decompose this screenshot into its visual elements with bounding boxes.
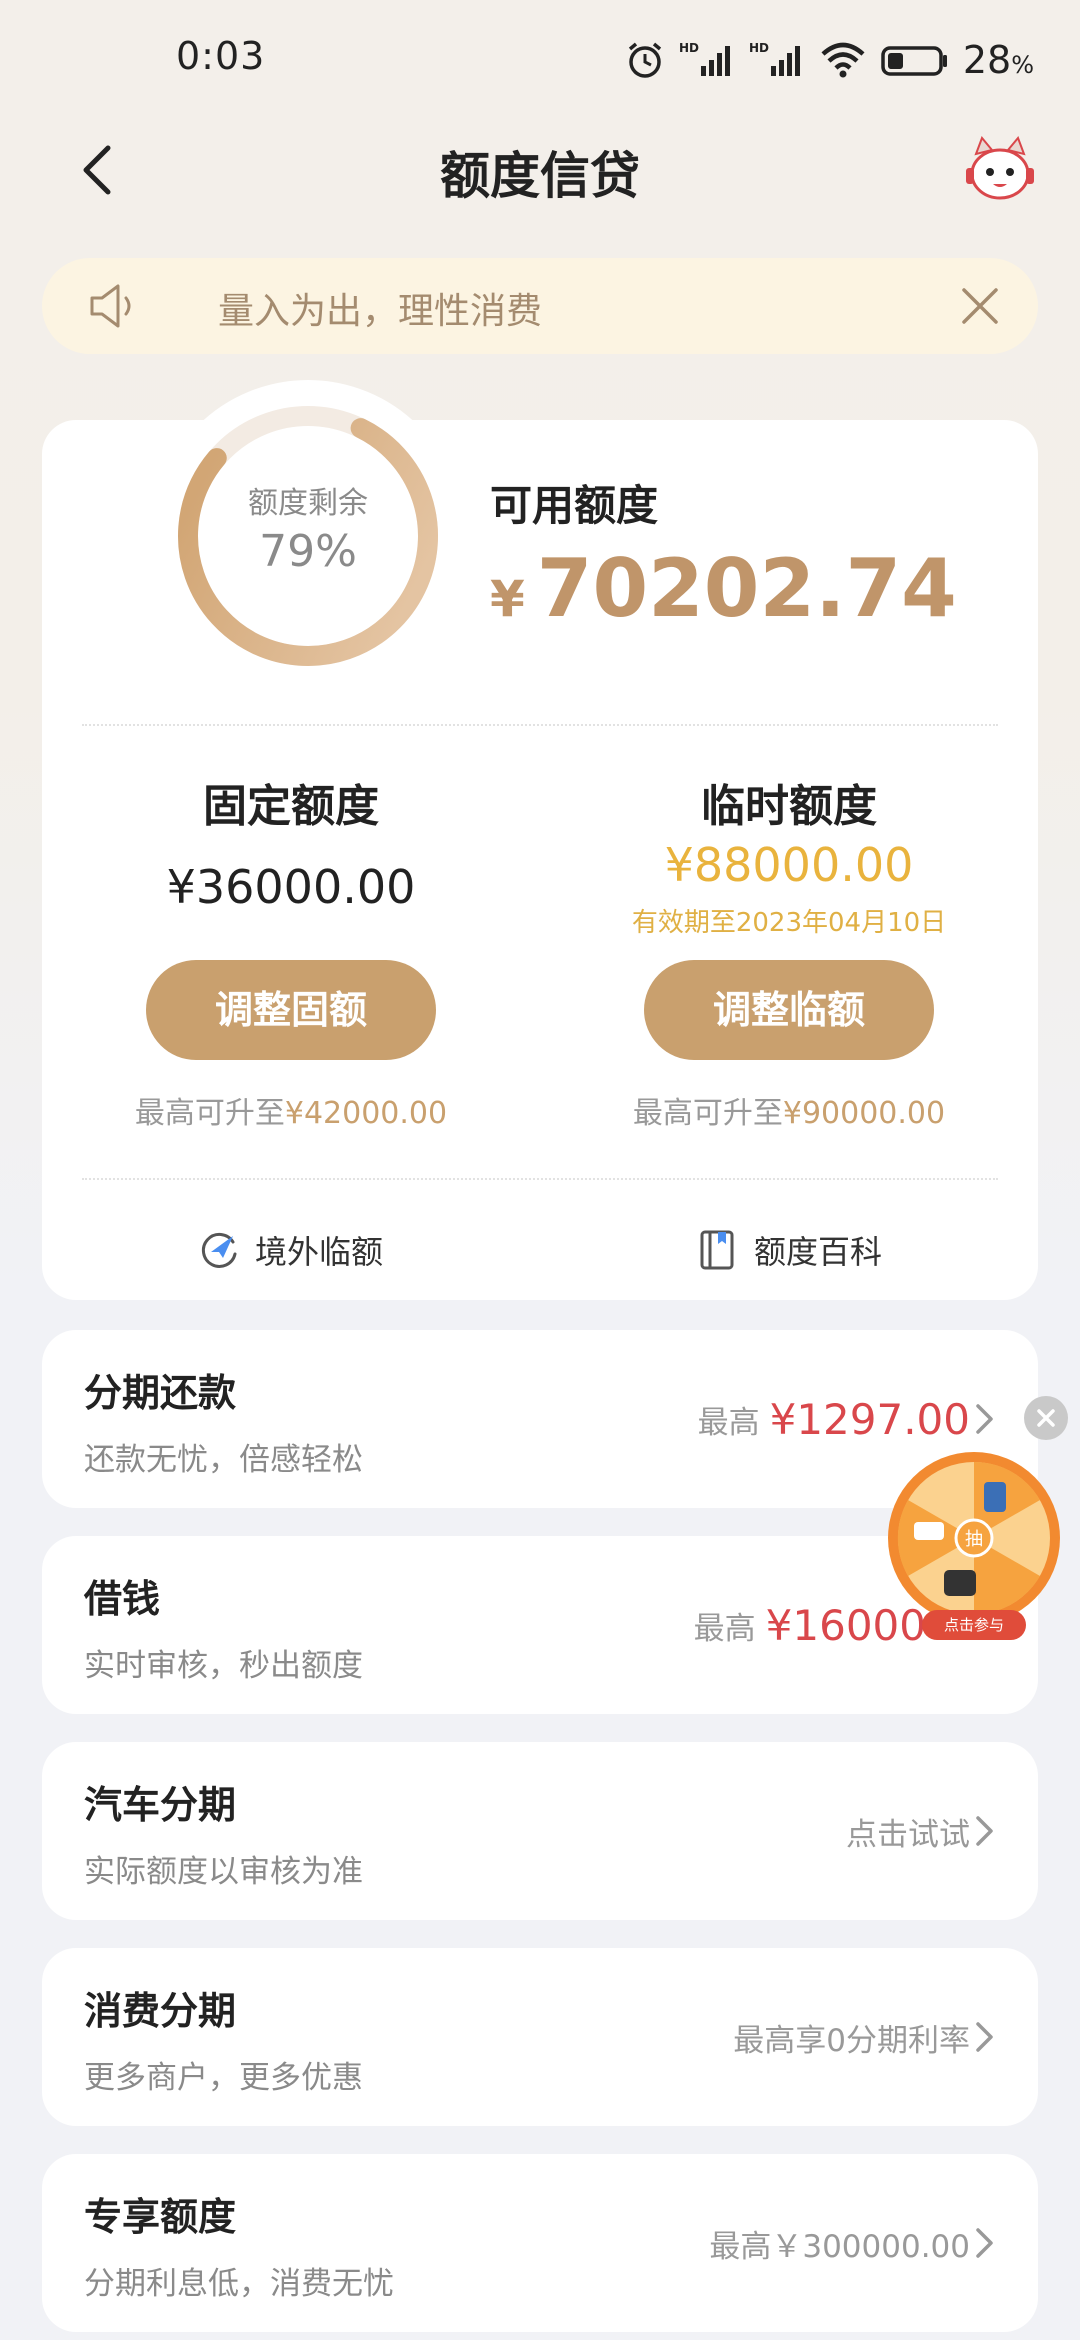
temporary-valid-date: 有效期至2023年04月10日 <box>631 908 947 938</box>
list-item-subtitle: 更多商户，更多优惠 <box>84 2060 363 2096</box>
available-label: 可用额度 <box>490 481 659 530</box>
battery-level: 28% <box>962 38 1034 82</box>
adjust-fixed-button[interactable]: 调整固额 <box>146 960 436 1060</box>
chevron-right-icon <box>976 2228 993 2258</box>
list-item-title: 分期还款 <box>84 1371 237 1415</box>
list-item-title: 借钱 <box>84 1577 161 1621</box>
list-item-exclusive-limit[interactable]: 专享额度 分期利息低，消费无忧 最高￥300000.00 <box>42 2154 1038 2332</box>
book-icon <box>700 1230 734 1270</box>
notice-text: 量入为出，理性消费 <box>218 291 543 332</box>
list-item-car-installment[interactable]: 汽车分期 实际额度以审核为准 点击试试 <box>42 1742 1038 1920</box>
close-icon <box>1037 1409 1055 1427</box>
list-item-subtitle: 实时审核，秒出额度 <box>84 1648 363 1684</box>
svg-text:HD: HD <box>749 41 769 55</box>
battery-icon <box>881 46 947 76</box>
header: 额度信贷 <box>0 120 1080 220</box>
available-amount-value: 70202.74 <box>536 542 957 635</box>
list-item-subtitle: 实际额度以审核为准 <box>84 1854 363 1890</box>
svg-text:HD: HD <box>679 41 699 55</box>
chevron-right-icon <box>976 2022 993 2052</box>
wifi-icon <box>821 42 865 78</box>
speaker-icon <box>90 284 131 328</box>
status-time: 0:03 <box>176 34 266 78</box>
close-icon[interactable] <box>958 284 1002 328</box>
available-amount: ¥70202.74 <box>490 542 957 635</box>
customer-service-icon[interactable] <box>960 130 1040 210</box>
fixed-limit-amount: ¥36000.00 <box>166 860 416 914</box>
overseas-limit-label: 境外临额 <box>255 1233 384 1271</box>
temporary-limit-title: 临时额度 <box>701 781 877 832</box>
signal-icon: HD <box>679 41 730 76</box>
fixed-max-text: 最高可升至¥42000.00 <box>134 1096 448 1131</box>
credit-limit-card: 额度剩余 79% 可用额度 ¥70202.74 固定额度 ¥36000.00 调… <box>42 380 1038 1300</box>
list-item-subtitle: 还款无忧，倍感轻松 <box>84 1442 363 1478</box>
status-bar: 0:03 HD HD 28% <box>0 0 1080 120</box>
alarm-icon <box>628 42 661 78</box>
chevron-right-icon <box>976 1816 993 1846</box>
list-item-value: 最高￥300000.00 <box>709 2228 970 2265</box>
currency-symbol: ¥ <box>490 570 525 628</box>
list-item-title: 专享额度 <box>84 2195 237 2239</box>
limit-wiki-link[interactable]: 额度百科 <box>696 1220 882 1280</box>
temporary-limit-amount: ¥88000.00 <box>664 838 914 892</box>
list-item-title: 汽车分期 <box>84 1783 237 1827</box>
ring-percent: 79% <box>259 526 357 577</box>
list-item-value: 最高享0分期利率 <box>733 2022 970 2059</box>
temporary-max-text: 最高可升至¥90000.00 <box>632 1096 946 1131</box>
plane-globe-icon <box>201 1232 237 1268</box>
page-title: 额度信贷 <box>440 147 640 205</box>
adjust-temporary-button[interactable]: 调整临额 <box>644 960 934 1060</box>
list-item-subtitle: 分期利息低，消费无忧 <box>84 2266 394 2302</box>
list-item-title: 消费分期 <box>84 1989 237 2033</box>
overseas-limit-link[interactable]: 境外临额 <box>197 1220 383 1280</box>
fixed-limit-title: 固定额度 <box>203 781 379 832</box>
divider <box>82 1178 998 1180</box>
list-item-consumer-installment[interactable]: 消费分期 更多商户，更多优惠 最高享0分期利率 <box>42 1948 1038 2126</box>
list-item-value: 点击试试 <box>846 1816 970 1853</box>
remaining-ring: 额度剩余 79% <box>160 388 456 684</box>
signal-icon: HD <box>749 41 800 76</box>
float-close-button[interactable] <box>1024 1396 1068 1440</box>
participate-tag[interactable]: 点击参与 <box>922 1610 1026 1640</box>
wheel-center-label: 抽 <box>965 1529 983 1550</box>
ring-label: 额度剩余 <box>248 486 368 521</box>
divider <box>82 724 998 726</box>
status-icons: HD HD 28% <box>625 30 1034 90</box>
chevron-right-icon <box>976 1404 993 1434</box>
limit-wiki-label: 额度百科 <box>754 1233 883 1271</box>
notice-bar: 量入为出，理性消费 <box>42 258 1038 354</box>
